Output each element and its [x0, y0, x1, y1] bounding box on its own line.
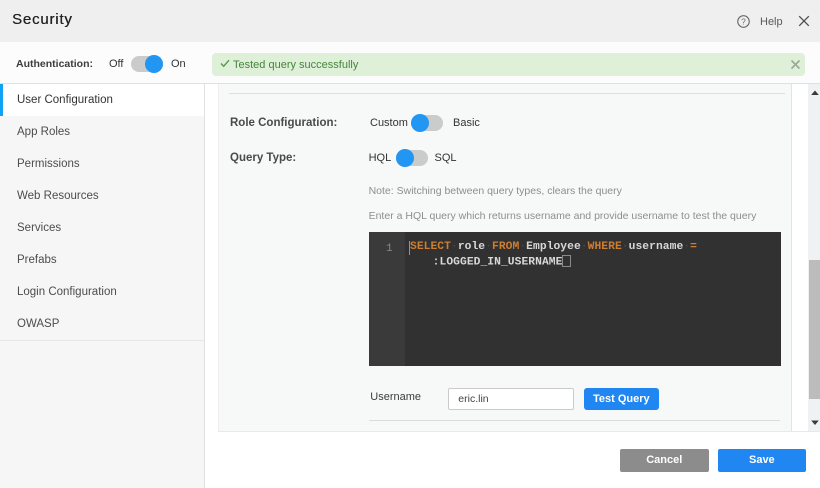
svg-text:?: ? [741, 16, 746, 26]
